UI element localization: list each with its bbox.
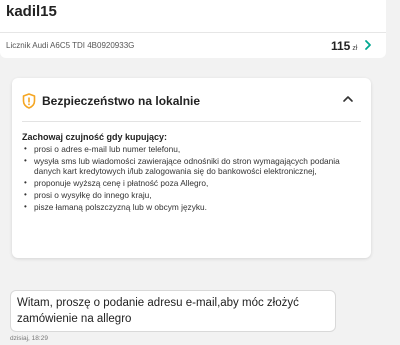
message-bubble: Witam, proszę o podanie adresu e-mail,ab… — [10, 290, 336, 332]
list-item: proponuje wyższą cenę i płatność poza Al… — [24, 178, 354, 189]
list-item: pisze łamaną polszczyzną lub w obcym jęz… — [24, 202, 354, 213]
shield-alert-icon — [22, 93, 36, 109]
divider — [22, 121, 361, 122]
price-currency: zł — [352, 45, 358, 52]
product-link[interactable]: Licznik Audi A6C5 TDI 4B0920933G 115 zł — [0, 32, 386, 58]
message-timestamp: dzisiaj, 18:29 — [10, 335, 48, 342]
product-title: Licznik Audi A6C5 TDI 4B0920933G — [6, 41, 135, 50]
list-item: prosi o wysyłkę do innego kraju, — [24, 190, 354, 201]
safety-heading: Zachowaj czujność gdy kupujący: — [22, 132, 168, 142]
product-price: 115 zł — [331, 39, 357, 53]
conversation-header: kadil15 — [0, 0, 386, 32]
username[interactable]: kadil15 — [6, 3, 57, 20]
chevron-right-icon[interactable] — [363, 39, 373, 51]
price-value: 115 — [331, 39, 351, 53]
list-item: wysyła sms lub wiadomości zawierające od… — [24, 156, 354, 177]
chevron-up-icon[interactable] — [342, 94, 354, 104]
safety-card: Bezpieczeństwo na lokalnie Zachowaj czuj… — [12, 78, 371, 258]
list-item: prosi o adres e-mail lub numer telefonu, — [24, 144, 354, 155]
safety-list: prosi o adres e-mail lub numer telefonu,… — [24, 144, 354, 212]
safety-title: Bezpieczeństwo na lokalnie — [42, 94, 201, 108]
